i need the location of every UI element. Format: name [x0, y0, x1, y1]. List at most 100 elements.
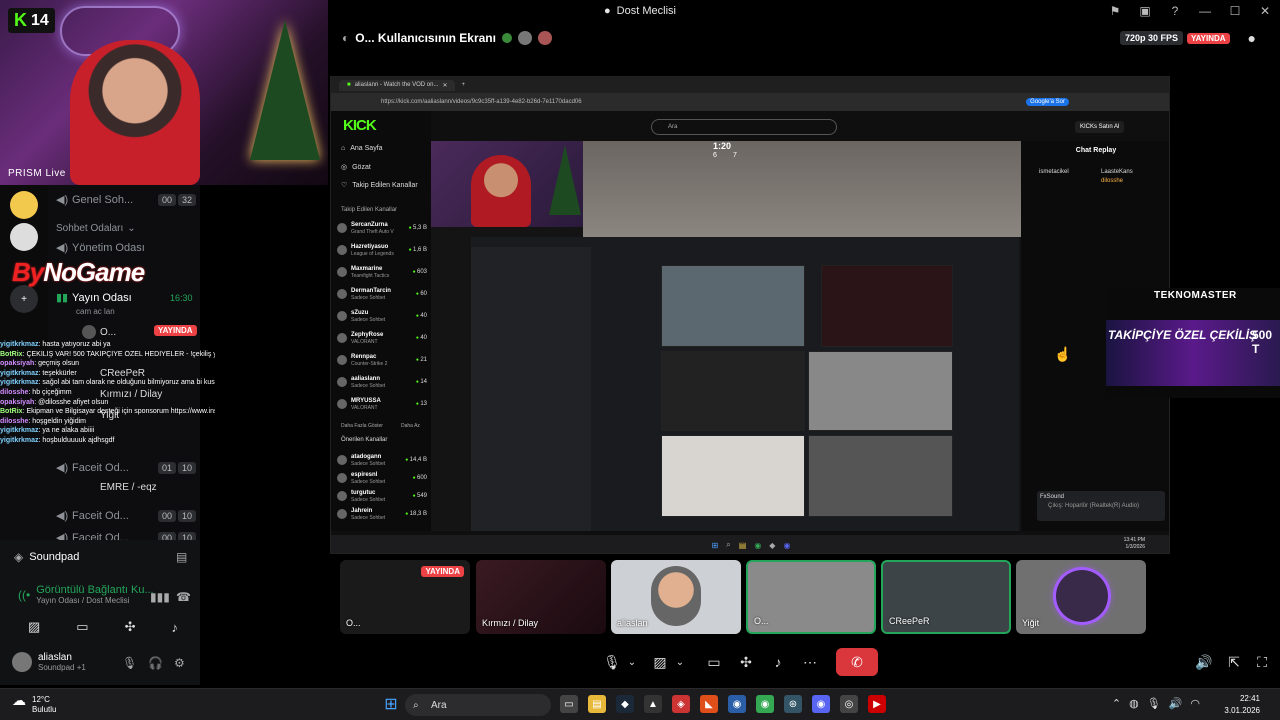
kick-logo[interactable]: KICK: [343, 117, 377, 134]
followed-channel[interactable]: aaliaslannSadece Sohbet 14: [337, 373, 429, 391]
soundboard-icon[interactable]: ♪: [766, 648, 790, 676]
start-button[interactable]: ⊞: [382, 695, 400, 713]
inner-webcam: [431, 141, 583, 227]
address-bar[interactable]: https://kick.com/aaliaslann/videos/9c9c3…: [331, 93, 1169, 111]
epic-icon[interactable]: ▲: [644, 695, 662, 713]
youtube-icon[interactable]: ▶: [868, 695, 886, 713]
followed-channel[interactable]: SercanZurnaGrand Theft Auto V 5,3 B: [337, 219, 429, 237]
taskbar-search[interactable]: ⌕ Ara: [405, 694, 551, 716]
discord-icon[interactable]: ◉: [812, 695, 830, 713]
vod-player[interactable]: 1:20 6 7: [431, 141, 1021, 531]
mic-icon[interactable]: 🎙: [600, 648, 624, 676]
participant-tile[interactable]: Kırmızı / Dilay: [476, 560, 606, 634]
nav-browse[interactable]: ◎ Gözat: [341, 163, 371, 172]
shared-screen[interactable]: ■ aliaslann - Watch the VOD on... ✕ + http…: [330, 76, 1170, 554]
chat-icon[interactable]: ●: [1248, 30, 1256, 46]
maximize-button[interactable]: ☐: [1220, 0, 1250, 22]
obs-icon[interactable]: ◎: [840, 695, 858, 713]
brave-icon[interactable]: ◈: [672, 695, 690, 713]
chrome-icon[interactable]: ◉: [756, 695, 774, 713]
chevron-down-icon[interactable]: ⌄: [672, 648, 688, 676]
nav-following[interactable]: ♡ Takip Edilen Kanallar: [341, 181, 418, 190]
soundpad-row[interactable]: ◈ Soundpad: [14, 550, 79, 564]
app-icon[interactable]: ◉: [728, 695, 746, 713]
app-icon[interactable]: ⊛: [784, 695, 802, 713]
server-icon[interactable]: [10, 191, 38, 219]
chat-username: yigitkrkmaz: [0, 427, 39, 435]
google-button[interactable]: Google'a Sor: [1026, 98, 1069, 106]
camera-off-icon[interactable]: ▨: [648, 648, 672, 676]
disconnect-icon[interactable]: ☎: [176, 590, 191, 604]
channel-yonetim[interactable]: ◀) Yönetim Odası: [56, 241, 145, 255]
chevron-up-icon[interactable]: ⌃: [1112, 697, 1121, 710]
participant-tile[interactable]: YAYINDA O...: [340, 560, 470, 634]
network-icon[interactable]: ◍: [1129, 697, 1139, 710]
followed-channel[interactable]: ZephyRoseVALORANT 40: [337, 329, 429, 347]
chat-text: : geçmiş olsun: [34, 360, 79, 368]
inner-discord: [471, 237, 1019, 531]
kick-search-input[interactable]: Ara: [651, 119, 837, 135]
participant-tile[interactable]: CReePeR: [881, 560, 1011, 634]
show-more-link[interactable]: Daha Fazla Göster: [341, 423, 383, 429]
taskbar-clock[interactable]: 22:41 3.01.2026: [1224, 693, 1260, 717]
followed-channel[interactable]: HazretiyasuoLeague of Legends 1,6 B: [337, 241, 429, 259]
server-icon[interactable]: [10, 223, 38, 251]
screen-share-icon[interactable]: ▭: [76, 619, 88, 635]
soundboard-icon[interactable]: ♪: [172, 620, 179, 635]
volume-icon[interactable]: 🔊: [1192, 648, 1216, 676]
channel-faceit-2[interactable]: ◀) Faceit Od...: [56, 509, 129, 523]
taskview-icon[interactable]: ▭: [560, 695, 578, 713]
participant-tile[interactable]: aliaslan: [611, 560, 741, 634]
soundpad-menu-icon[interactable]: ▤: [176, 550, 187, 564]
help-icon[interactable]: ?: [1160, 0, 1190, 22]
hangup-button[interactable]: ✆: [836, 648, 878, 676]
channel-genel[interactable]: ◀) Genel Soh...: [56, 193, 133, 207]
channel-name: Jahrein: [351, 507, 373, 514]
recommended-channel[interactable]: turgutucSadece Sohbet 549: [337, 487, 429, 505]
nav-home[interactable]: ⌂ Ana Sayfa: [341, 145, 383, 152]
channel-yayin[interactable]: ▮▮ Yayın Odası: [56, 291, 132, 305]
connection-status[interactable]: ((• Görüntülü Bağlantı Ku... Yayın Odası…: [18, 584, 154, 605]
screen-icon[interactable]: ▣: [1130, 0, 1160, 22]
explorer-icon[interactable]: ▤: [588, 695, 606, 713]
screen-share-icon[interactable]: ▭: [702, 648, 726, 676]
new-tab-icon[interactable]: +: [461, 82, 465, 88]
steam-icon[interactable]: ◆: [616, 695, 634, 713]
category-sohbet[interactable]: Sohbet Odaları ⌄: [56, 223, 136, 234]
app-icon[interactable]: ◣: [700, 695, 718, 713]
followed-channel[interactable]: sZuzuSadece Sohbet 40: [337, 307, 429, 325]
camera-off-icon[interactable]: ▨: [28, 619, 40, 635]
participant-tile[interactable]: Yiğit: [1016, 560, 1146, 634]
more-icon[interactable]: ⋯: [798, 648, 822, 676]
channel-name: Rennpac: [351, 353, 377, 360]
wifi-icon[interactable]: ◠: [1190, 697, 1200, 710]
chevron-down-icon[interactable]: ⌄: [624, 648, 640, 676]
close-button[interactable]: ✕: [1250, 0, 1280, 22]
activity-icon[interactable]: ✣: [125, 619, 136, 635]
kicks-buy-button[interactable]: KICKs Satın Al: [1075, 121, 1125, 133]
chat-text: : hoşbulduuuuk ajdhsgdf: [38, 436, 115, 444]
participant-tile[interactable]: O...: [746, 560, 876, 634]
recommended-channel[interactable]: espiresnlSadece Sohbet 600: [337, 469, 429, 487]
mic-icon[interactable]: 🎙: [1147, 697, 1161, 710]
voice-user[interactable]: O...: [82, 325, 116, 339]
recommended-channel[interactable]: atadogannSadece Sohbet 14,4 B: [337, 451, 429, 469]
recommended-channel[interactable]: JahreinSadece Sohbet 18,3 B: [337, 505, 429, 523]
followed-channel[interactable]: DermanTarcinSadece Sohbet 60: [337, 285, 429, 303]
inbox-icon[interactable]: ⚑: [1100, 0, 1130, 22]
weather-widget[interactable]: ☁ 12°C Bulutlu: [12, 693, 56, 715]
noise-icon[interactable]: ▮▮▮: [150, 590, 170, 604]
fullscreen-icon[interactable]: ⛶: [1250, 648, 1274, 676]
volume-icon[interactable]: 🔊: [1169, 697, 1183, 710]
back-icon[interactable]: ◐: [342, 31, 349, 45]
windows-taskbar: ☁ 12°C Bulutlu ⊞ ⌕ Ara ▭ ▤ ◆ ▲ ◈ ◣ ◉ ◉ ⊛ …: [0, 688, 1280, 720]
browser-tab[interactable]: ■ aliaslann - Watch the VOD on... ✕: [339, 79, 456, 91]
followed-channel[interactable]: RennpacCounter-Strike 2 21: [337, 351, 429, 369]
popout-icon[interactable]: ⇱: [1222, 648, 1246, 676]
activity-icon[interactable]: ✣: [734, 648, 758, 676]
add-server-icon[interactable]: +: [10, 285, 38, 313]
show-less-link[interactable]: Daha Az: [401, 423, 420, 429]
followed-channel[interactable]: MaxmarineTeamfight Tactics 603: [337, 263, 429, 281]
followed-channel[interactable]: MRYUSSAVALORANT 13: [337, 395, 429, 413]
minimize-button[interactable]: —: [1190, 0, 1220, 22]
